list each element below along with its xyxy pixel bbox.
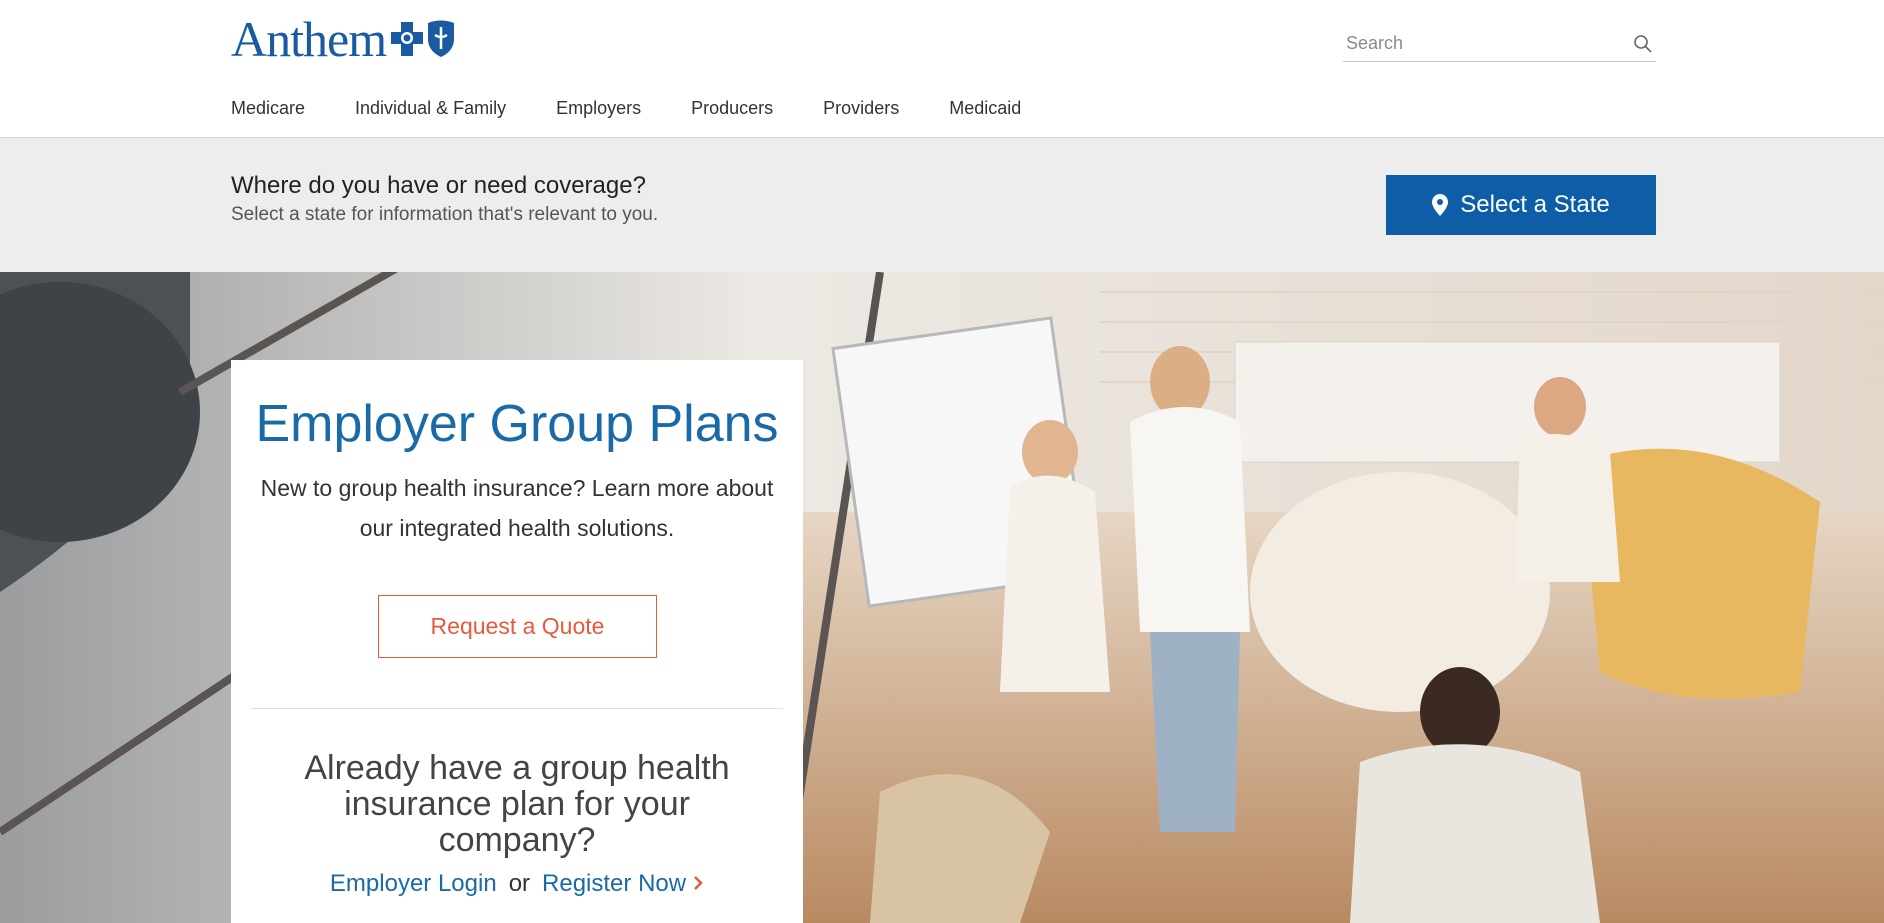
coverage-banner: Where do you have or need coverage? Sele…: [0, 138, 1884, 272]
nav-medicaid[interactable]: Medicaid: [949, 98, 1021, 119]
register-now-link[interactable]: Register Now: [542, 870, 704, 897]
nav-producers[interactable]: Producers: [691, 98, 773, 119]
card-title: Employer Group Plans: [255, 395, 779, 453]
blue-cross-icon: [391, 22, 424, 56]
coverage-subtitle: Select a state for information that's re…: [231, 204, 659, 225]
logo-wordmark: Anthem: [231, 11, 387, 67]
card-description: New to group health insurance? Learn mor…: [260, 475, 774, 541]
search-bar: [1343, 26, 1656, 62]
existing-plan-text: Already have a group health insurance pl…: [304, 749, 730, 859]
select-state-button[interactable]: Select a State: [1386, 175, 1656, 235]
or-text: or: [508, 870, 531, 897]
nav-medicare[interactable]: Medicare: [231, 98, 305, 119]
nav-individual-family[interactable]: Individual & Family: [355, 98, 506, 119]
site-header: Anthem Medicare Individual & Family Empl…: [0, 0, 1884, 138]
chevron-right-icon: [692, 871, 704, 899]
card-links: Employer Login or Register Now: [231, 870, 803, 899]
card-divider: [251, 708, 783, 709]
nav-providers[interactable]: Providers: [823, 98, 899, 119]
main-nav: Medicare Individual & Family Employers P…: [231, 98, 1071, 119]
search-icon[interactable]: [1630, 31, 1656, 57]
select-state-label: Select a State: [1460, 191, 1610, 218]
coverage-question: Where do you have or need coverage?: [231, 172, 646, 199]
nav-employers[interactable]: Employers: [556, 98, 641, 119]
search-input[interactable]: [1343, 33, 1630, 54]
bcbs-marks: [390, 19, 456, 59]
blue-shield-icon: [428, 20, 455, 57]
map-pin-icon: [1432, 194, 1449, 216]
request-quote-button[interactable]: Request a Quote: [378, 595, 657, 658]
employer-plans-card: Employer Group Plans New to group health…: [231, 360, 803, 923]
register-now-label: Register Now: [542, 870, 687, 897]
anthem-logo[interactable]: Anthem: [231, 14, 456, 64]
employer-login-link[interactable]: Employer Login: [330, 870, 497, 897]
